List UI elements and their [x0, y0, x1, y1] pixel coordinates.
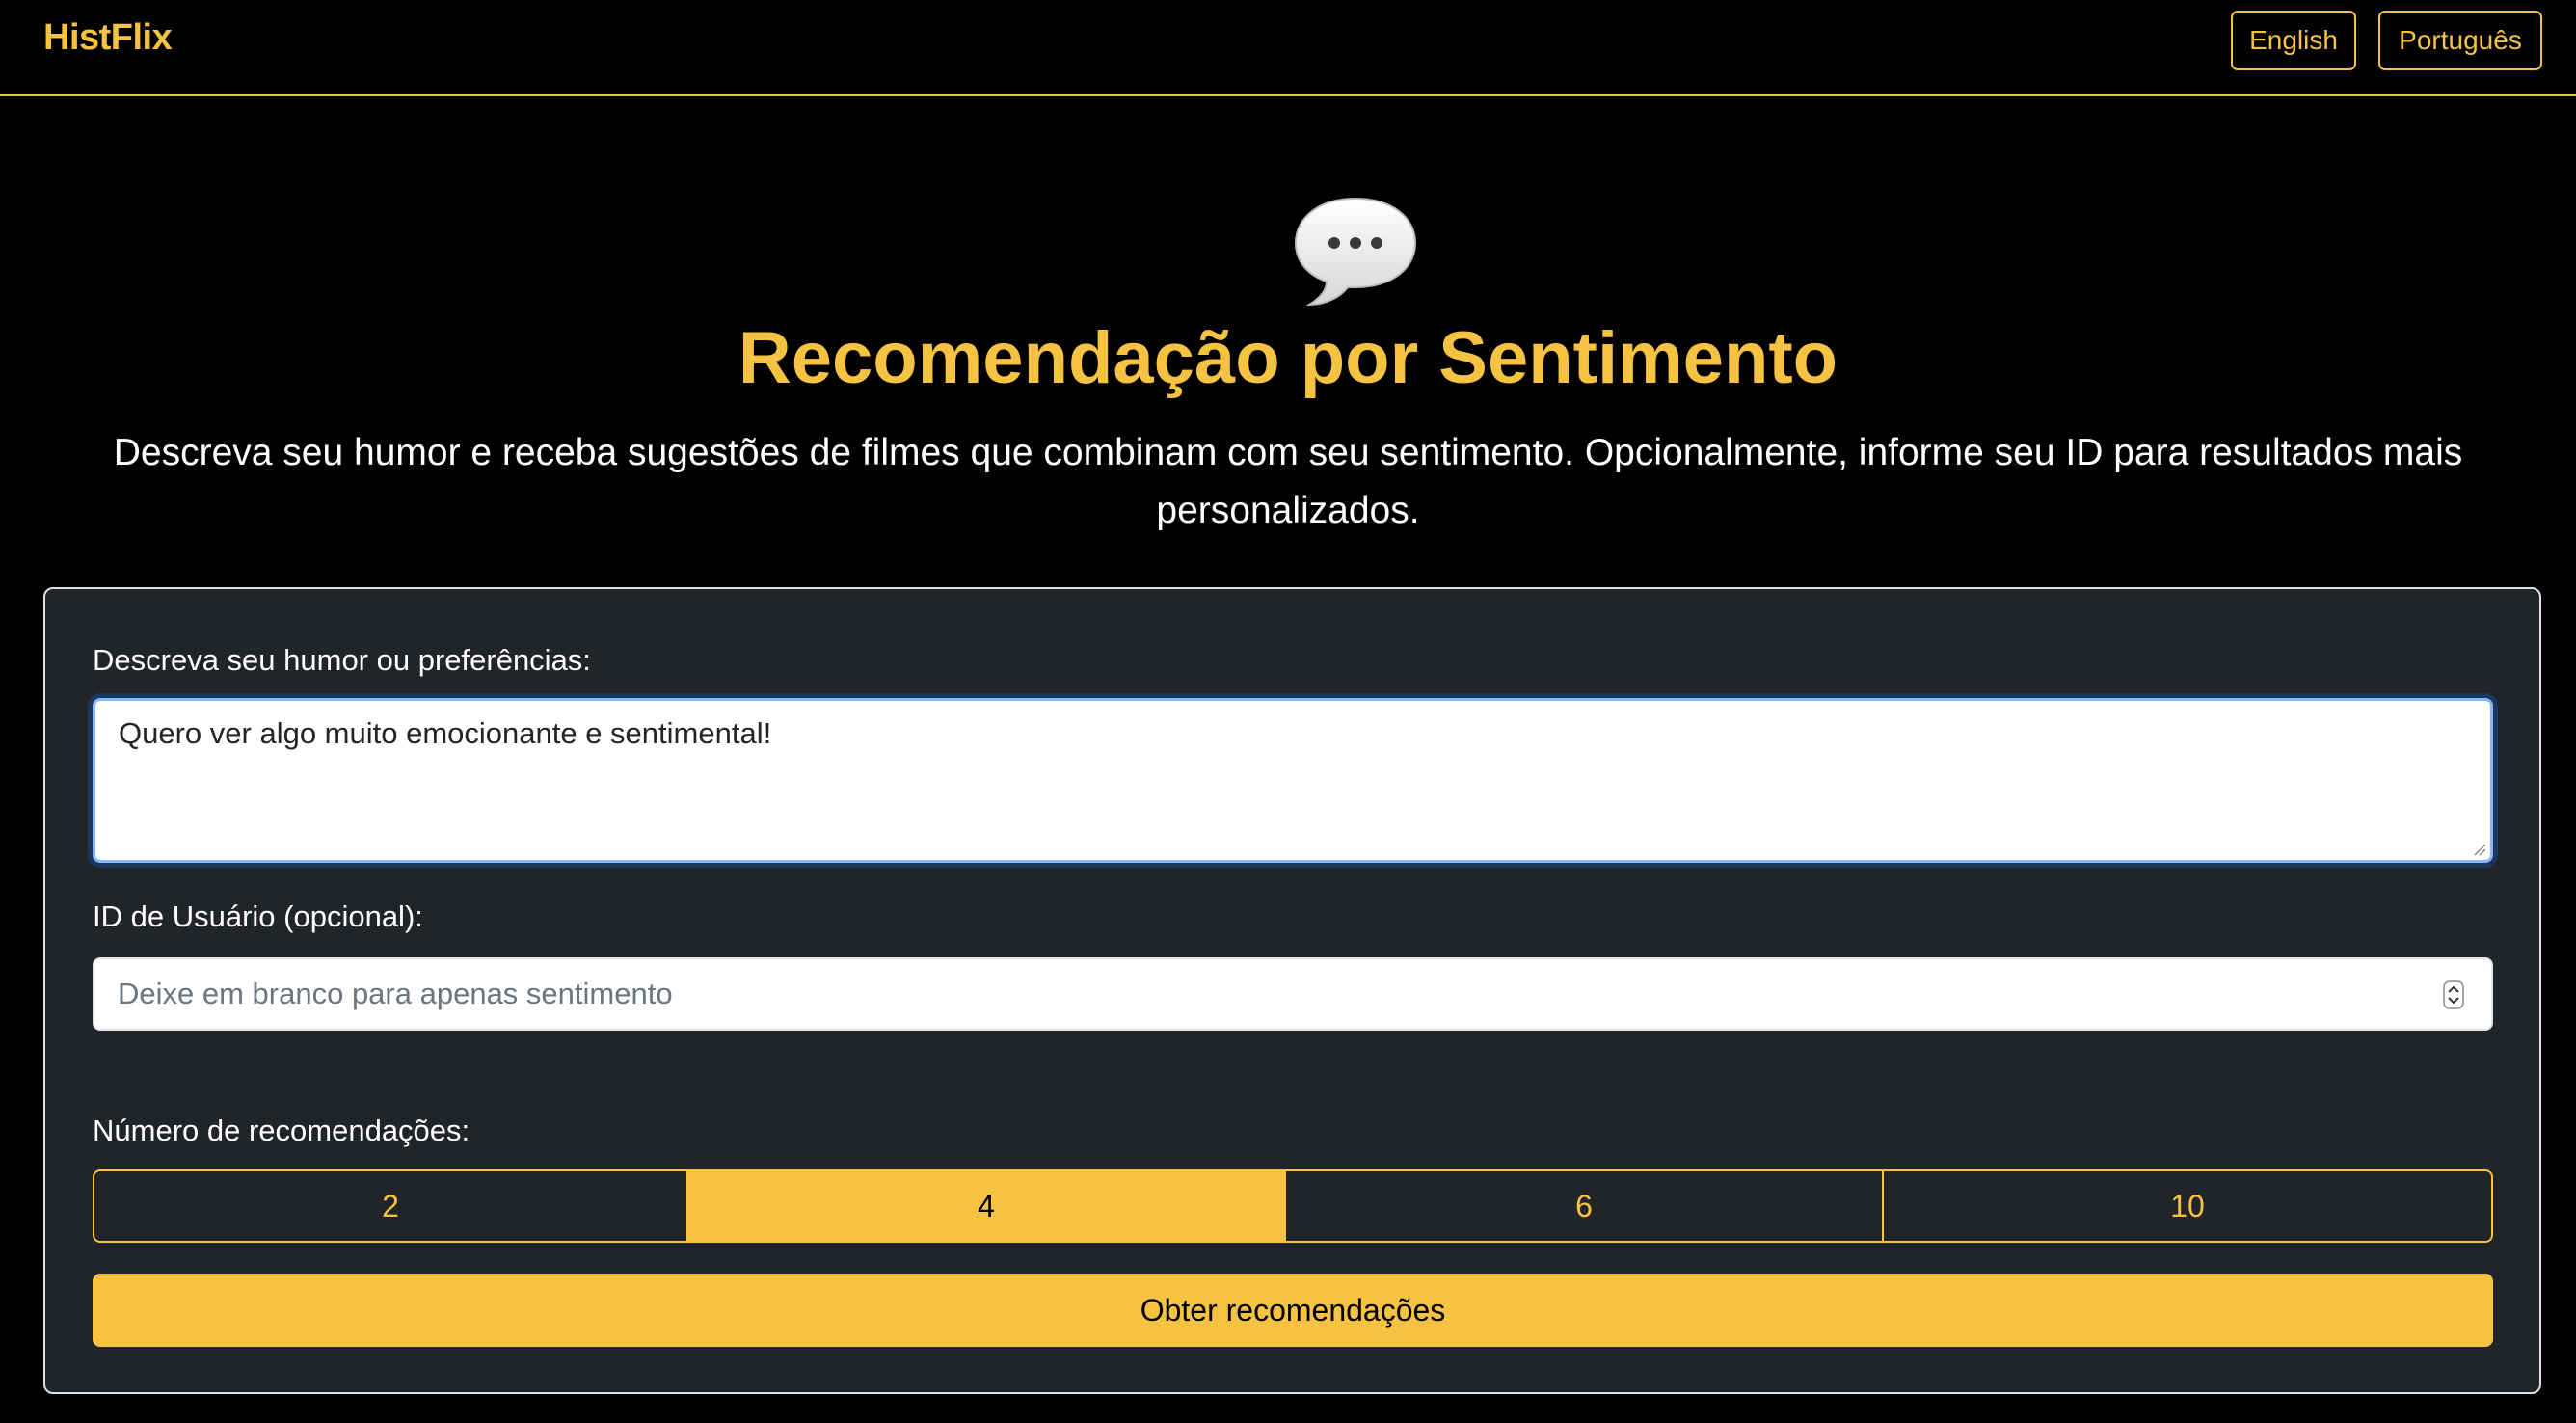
language-english-button[interactable]: English: [2231, 11, 2356, 70]
num-option-2[interactable]: 2: [94, 1171, 688, 1241]
num-option-6[interactable]: 6: [1286, 1171, 1884, 1241]
num-option-10[interactable]: 10: [1884, 1171, 2491, 1241]
get-recommendations-button[interactable]: Obter recomendações: [93, 1274, 2493, 1347]
speech-bubble-icon: [1294, 197, 1417, 307]
brand-logo[interactable]: HistFlix: [43, 17, 173, 59]
recommendation-form-card: Descreva seu humor ou preferências: Quer…: [43, 587, 2541, 1394]
navbar: HistFlix English Português: [0, 0, 2576, 96]
user-id-input[interactable]: Deixe em branco para apenas sentimento: [93, 957, 2493, 1031]
mood-label: Descreva seu humor ou preferências:: [93, 643, 591, 677]
page-title: Recomendação por Sentimento: [738, 317, 1838, 399]
page-subtitle: Descreva seu humor e receba sugestões de…: [113, 432, 2463, 531]
mood-textarea[interactable]: Quero ver algo muito emocionante e senti…: [93, 698, 2493, 863]
num-option-4[interactable]: 4: [688, 1171, 1286, 1241]
num-recommendations-label: Número de recomendações:: [93, 1114, 470, 1147]
number-spinner-icon[interactable]: [2443, 980, 2464, 1009]
resize-grip-icon[interactable]: [2473, 843, 2486, 856]
user-id-placeholder: Deixe em branco para apenas sentimento: [118, 977, 673, 1010]
user-id-label: ID de Usuário (opcional):: [93, 899, 423, 933]
num-recommendations-group: 2 4 6 10: [93, 1169, 2493, 1243]
language-portuguese-button[interactable]: Português: [2378, 11, 2542, 70]
mood-text: Quero ver algo muito emocionante e senti…: [119, 716, 772, 750]
